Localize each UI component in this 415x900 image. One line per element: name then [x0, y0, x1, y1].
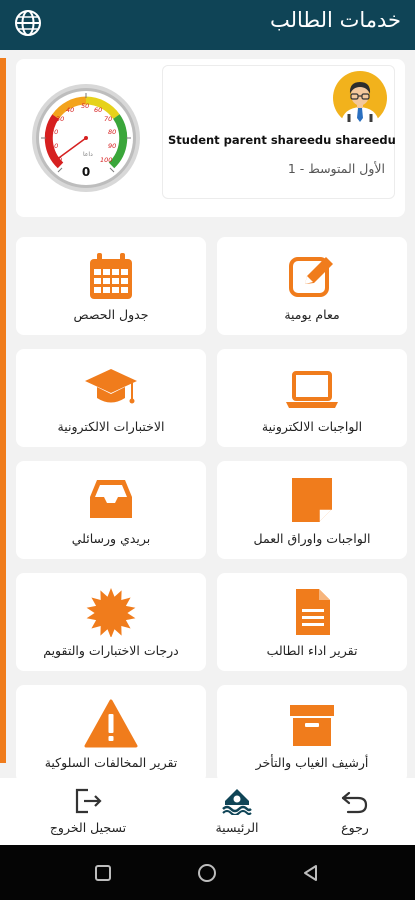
tile-label: الواجبات واوراق العمل [253, 531, 371, 546]
home-logo-icon [222, 789, 252, 815]
tile-absence-archive[interactable]: أرشيف الغياب والتأخر [217, 685, 407, 783]
home-label: الرئيسية [215, 820, 259, 835]
gauge-label: 20 [50, 128, 58, 136]
home-circle-icon[interactable] [197, 863, 217, 883]
system-navigation-bar [0, 845, 415, 900]
sticky-note-icon [292, 478, 332, 522]
inbox-icon [90, 480, 132, 518]
tile-e-homework[interactable]: الواجبات الالكترونية [217, 349, 407, 447]
tile-daily-tasks[interactable]: معام يومية [217, 237, 407, 335]
gauge-label: 30 [56, 115, 64, 123]
gauge-unit: داعا [83, 151, 93, 158]
recent-apps-icon[interactable] [93, 863, 113, 883]
logout-label: تسجيل الخروج [49, 820, 127, 835]
warning-icon [84, 699, 138, 748]
tile-label: درجات الاختبارات والتقويم [43, 643, 179, 658]
gauge-label: 60 [94, 106, 102, 114]
back-label: رجوع [341, 820, 369, 835]
logout-icon [75, 788, 102, 814]
logout-button[interactable]: تسجيل الخروج [28, 778, 148, 845]
tile-label: تقرير اداء الطالب [266, 643, 358, 658]
gauge-value: 0 [82, 165, 90, 179]
bottom-navigation: رجوع الرئيسية تسجيل الخروج [0, 778, 415, 845]
gauge-label: 40 [66, 106, 74, 114]
tile-label: الواجبات الالكترونية [261, 419, 363, 434]
badge-icon [86, 588, 136, 637]
edit-icon [289, 257, 333, 297]
tile-student-performance[interactable]: تقرير اداء الطالب [217, 573, 407, 671]
tile-mail-messages[interactable]: بريدي ورسائلي [16, 461, 206, 559]
page-title: خدمات الطالب [270, 8, 401, 32]
student-avatar-icon [333, 71, 387, 126]
gauge-label: 70 [104, 115, 112, 123]
tile-e-exams[interactable]: الاختبارات الالكترونية [16, 349, 206, 447]
tile-label: جدول الحصص [73, 307, 149, 322]
app-header: خدمات الطالب [0, 0, 415, 50]
globe-icon[interactable] [13, 8, 43, 38]
tile-label: الاختبارات الالكترونية [57, 419, 165, 434]
back-button[interactable]: رجوع [295, 778, 415, 845]
gauge-label: 90 [108, 142, 116, 150]
gauge-label: 50 [81, 102, 89, 110]
student-name: Student parent shareedu shareedu [168, 133, 396, 147]
graduation-cap-icon [85, 369, 137, 404]
student-class: الأول المتوسط - 1 [287, 161, 385, 176]
archive-box-icon [290, 705, 334, 746]
tile-label: معام يومية [284, 307, 340, 322]
gauge-label: 80 [108, 128, 116, 136]
tile-label: أرشيف الغياب والتأخر [255, 755, 369, 770]
document-icon [296, 589, 330, 635]
tile-class-schedule[interactable]: جدول الحصص [16, 237, 206, 335]
gauge-label: 10 [50, 142, 58, 150]
undo-arrow-icon [341, 791, 368, 814]
back-triangle-icon[interactable] [301, 863, 321, 883]
tile-label: تقرير المخالفات السلوكية [44, 755, 178, 770]
home-button[interactable]: الرئيسية [177, 778, 297, 845]
calendar-icon [90, 253, 132, 299]
tile-homework-worksheets[interactable]: الواجبات واوراق العمل [217, 461, 407, 559]
performance-gauge: 0 10 20 30 40 50 60 70 80 90 100 داعا 0 [32, 84, 140, 192]
laptop-icon [286, 371, 338, 408]
tile-grades[interactable]: درجات الاختبارات والتقويم [16, 573, 206, 671]
gauge-label: 100 [100, 156, 112, 164]
tile-label: بريدي ورسائلي [71, 531, 151, 546]
tile-behavior-report[interactable]: تقرير المخالفات السلوكية [16, 685, 206, 783]
scroll-indicator [0, 58, 6, 763]
